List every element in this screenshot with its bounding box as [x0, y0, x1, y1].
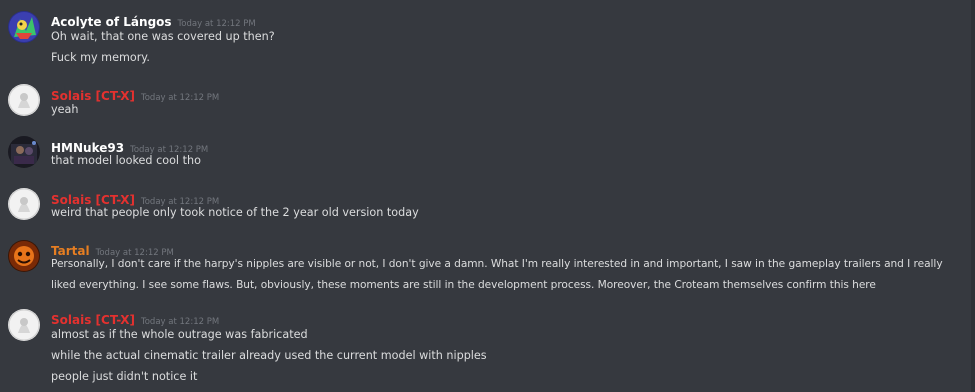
message-text: Personally, I don't care if the harpy's …	[51, 258, 943, 291]
message-text: almost as if the whole outrage was fabri…	[51, 328, 308, 341]
solais-avatar-icon[interactable]	[8, 188, 40, 220]
tartal-avatar-icon[interactable]	[8, 240, 40, 272]
message-text: yeah	[51, 103, 79, 116]
acolyte-avatar-icon[interactable]	[8, 11, 40, 43]
message-header: Acolyte of Lángos Today at 12:12 PM	[51, 11, 256, 29]
chat-message-list: Acolyte of Lángos Today at 12:12 PM Oh wa…	[0, 0, 975, 392]
message-text: Fuck my memory.	[51, 51, 150, 64]
solais-avatar-icon[interactable]	[8, 309, 40, 341]
solais-avatar-icon[interactable]	[8, 84, 40, 116]
message-header: Solais [CT-X] Today at 12:12 PM	[51, 309, 219, 327]
message-text: Oh wait, that one was covered up then?	[51, 30, 275, 43]
hmnuke-avatar-icon[interactable]	[8, 136, 40, 168]
message-text: people just didn't notice it	[51, 370, 198, 383]
message-text: weird that people only took notice of th…	[51, 206, 419, 219]
message-text: that model looked cool tho	[51, 154, 201, 167]
message-text: while the actual cinematic trailer alrea…	[51, 349, 487, 362]
scrollbar-track[interactable]	[971, 0, 975, 392]
